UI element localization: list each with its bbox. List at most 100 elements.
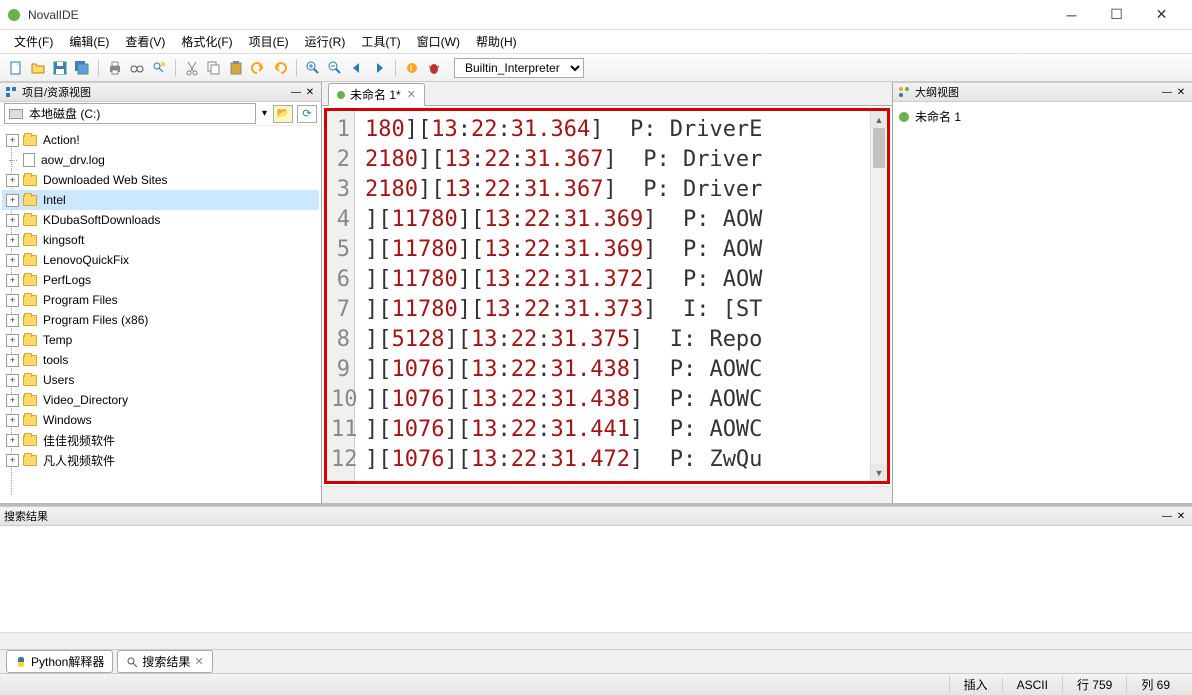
tree-item[interactable]: +KDubaSoftDownloads <box>2 210 319 230</box>
panel-minimize-icon[interactable]: — <box>1160 85 1174 99</box>
expand-icon[interactable]: + <box>6 294 19 307</box>
panel-close-icon[interactable]: ✕ <box>303 85 317 99</box>
vertical-scrollbar[interactable]: ▲ ▼ <box>870 111 887 481</box>
menu-help[interactable]: 帮助(H) <box>468 31 525 52</box>
horizontal-scrollbar[interactable] <box>322 486 892 503</box>
search-results[interactable] <box>0 526 1192 632</box>
tree-item[interactable]: +Downloaded Web Sites <box>2 170 319 190</box>
debug-icon[interactable] <box>424 58 444 78</box>
menu-project[interactable]: 项目(E) <box>241 31 297 52</box>
tab-close-icon[interactable]: ✕ <box>407 88 416 101</box>
expand-icon[interactable]: + <box>6 394 19 407</box>
menu-run[interactable]: 运行(R) <box>297 31 354 52</box>
file-tab-icon <box>337 91 345 99</box>
horizontal-scrollbar[interactable] <box>0 632 1192 649</box>
menubar: 文件(F) 编辑(E) 查看(V) 格式化(F) 项目(E) 运行(R) 工具(… <box>0 30 1192 54</box>
chevron-down-icon[interactable]: ▾ <box>260 106 269 121</box>
expand-icon <box>6 154 19 167</box>
expand-icon[interactable]: + <box>6 254 19 267</box>
disk-icon <box>9 109 23 119</box>
panel-minimize-icon[interactable]: — <box>289 85 303 99</box>
tree-item[interactable]: aow_drv.log <box>2 150 319 170</box>
expand-icon[interactable]: + <box>6 434 19 447</box>
tab-close-icon[interactable]: ✕ <box>194 655 203 668</box>
zoom-out-icon[interactable] <box>325 58 345 78</box>
editor-body[interactable]: 123456789101112 180][13:22:31.364] P: Dr… <box>324 108 890 484</box>
expand-icon[interactable]: + <box>6 214 19 227</box>
tree-item[interactable]: +凡人视频软件 <box>2 450 319 470</box>
save-all-icon[interactable] <box>72 58 92 78</box>
tab-label: Python解释器 <box>31 653 104 670</box>
save-icon[interactable] <box>50 58 70 78</box>
tree-item[interactable]: + kingsoft <box>2 230 319 250</box>
maximize-button[interactable]: ☐ <box>1094 1 1139 29</box>
tab-python-interpreter[interactable]: Python解释器 <box>6 650 113 673</box>
tree-item-label: 佳佳视频软件 <box>43 432 115 449</box>
tree-item[interactable]: +Action! <box>2 130 319 150</box>
expand-icon[interactable]: + <box>6 274 19 287</box>
redo-icon[interactable] <box>270 58 290 78</box>
expand-icon[interactable]: + <box>6 174 19 187</box>
zoom-in-icon[interactable] <box>303 58 323 78</box>
tree-item[interactable]: +PerfLogs <box>2 270 319 290</box>
tab-search-results[interactable]: 搜索结果 ✕ <box>117 650 212 673</box>
refresh-button[interactable]: ⟳ <box>297 105 317 123</box>
tree-item[interactable]: +Program Files (x86) <box>2 310 319 330</box>
tree-item[interactable]: +LenovoQuickFix <box>2 250 319 270</box>
open-file-icon[interactable] <box>28 58 48 78</box>
menu-window[interactable]: 窗口(W) <box>409 31 468 52</box>
tree-item[interactable]: +Video_Directory <box>2 390 319 410</box>
print-icon[interactable] <box>105 58 125 78</box>
expand-icon[interactable]: + <box>6 134 19 147</box>
tree-item[interactable]: +Temp <box>2 330 319 350</box>
file-tree[interactable]: +Action!aow_drv.log+Downloaded Web Sites… <box>0 126 321 503</box>
expand-icon[interactable]: + <box>6 194 19 207</box>
interpreter-select[interactable]: Builtin_Interpreter <box>454 58 584 78</box>
line-gutter: 123456789101112 <box>327 111 355 481</box>
code-content[interactable]: 180][13:22:31.364] P: DriverE2180][13:22… <box>355 111 870 481</box>
expand-icon[interactable]: + <box>6 314 19 327</box>
expand-icon[interactable]: + <box>6 334 19 347</box>
scroll-up-icon[interactable]: ▲ <box>871 111 887 128</box>
menu-edit[interactable]: 编辑(E) <box>61 31 117 52</box>
close-button[interactable]: ✕ <box>1139 1 1184 29</box>
expand-icon[interactable]: + <box>6 454 19 467</box>
tree-item[interactable]: + 佳佳视频软件 <box>2 430 319 450</box>
tree-item[interactable]: +Windows <box>2 410 319 430</box>
tree-item[interactable]: +Intel <box>2 190 319 210</box>
tree-item[interactable]: +Users <box>2 370 319 390</box>
go-button[interactable]: 📂 <box>273 105 293 123</box>
panel-minimize-icon[interactable]: — <box>1160 509 1174 523</box>
menu-tools[interactable]: 工具(T) <box>353 31 408 52</box>
copy-icon[interactable] <box>204 58 224 78</box>
expand-icon[interactable]: + <box>6 374 19 387</box>
binoculars-icon[interactable] <box>127 58 147 78</box>
expand-icon[interactable]: + <box>6 354 19 367</box>
cut-icon[interactable] <box>182 58 202 78</box>
nav-back-icon[interactable] <box>347 58 367 78</box>
new-file-icon[interactable] <box>6 58 26 78</box>
menu-file[interactable]: 文件(F) <box>6 31 61 52</box>
tree-item[interactable]: +tools <box>2 350 319 370</box>
find-replace-icon[interactable] <box>149 58 169 78</box>
project-panel: 项目/资源视图 — ✕ 本地磁盘 (C:) ▾ 📂 ⟳ +Action!aow_… <box>0 82 322 503</box>
undo-icon[interactable] <box>248 58 268 78</box>
run-icon[interactable] <box>402 58 422 78</box>
scroll-down-icon[interactable]: ▼ <box>871 464 887 481</box>
expand-icon[interactable]: + <box>6 414 19 427</box>
panel-close-icon[interactable]: ✕ <box>1174 509 1188 523</box>
drive-select[interactable]: 本地磁盘 (C:) <box>4 103 256 124</box>
folder-icon <box>23 295 37 306</box>
outline-item[interactable]: 未命名 1 <box>899 108 1186 125</box>
tree-item[interactable]: +Program Files <box>2 290 319 310</box>
panel-close-icon[interactable]: ✕ <box>1174 85 1188 99</box>
scroll-thumb[interactable] <box>873 128 885 168</box>
nav-forward-icon[interactable] <box>369 58 389 78</box>
expand-icon[interactable]: + <box>6 234 19 247</box>
editor-tab[interactable]: 未命名 1* ✕ <box>328 83 425 106</box>
tree-item-label: kingsoft <box>43 233 84 247</box>
paste-icon[interactable] <box>226 58 246 78</box>
menu-format[interactable]: 格式化(F) <box>173 31 240 52</box>
minimize-button[interactable]: ─ <box>1049 1 1094 29</box>
menu-view[interactable]: 查看(V) <box>117 31 173 52</box>
